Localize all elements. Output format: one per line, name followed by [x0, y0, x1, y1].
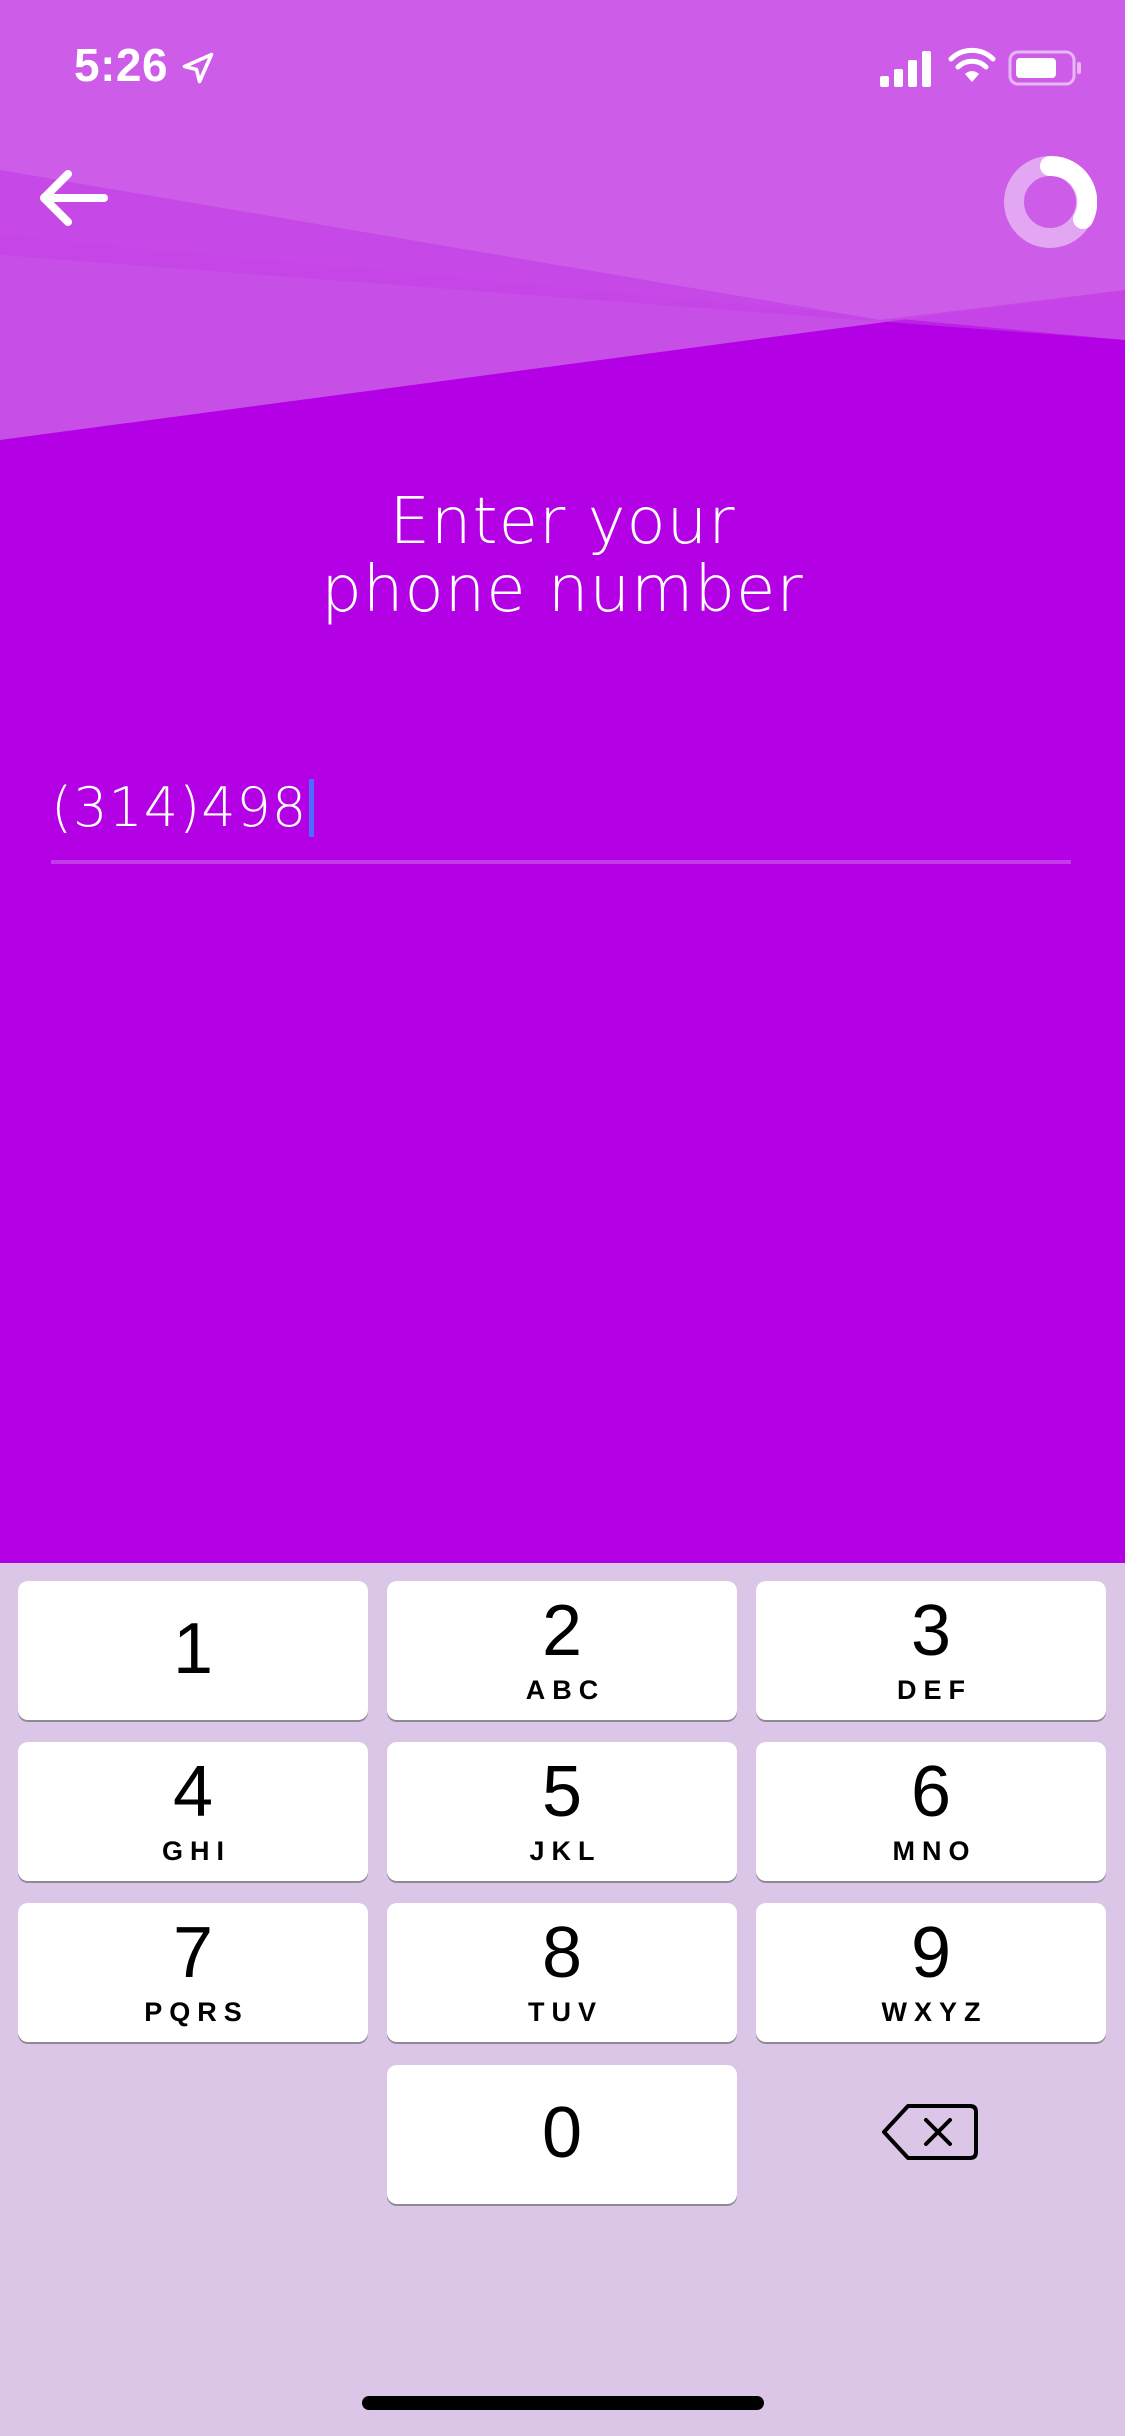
key-6[interactable]: 6 MNO	[756, 1742, 1106, 1881]
key-letters: TUV	[528, 1997, 603, 2027]
key-letters: MNO	[892, 1836, 977, 1866]
progress-ring-icon	[1004, 156, 1097, 248]
key-digit: 3	[910, 1591, 952, 1671]
key-digit: 6	[910, 1752, 952, 1832]
status-bar: 5:26	[0, 0, 1125, 140]
key-letters: ABC	[525, 1675, 606, 1705]
field-underline	[51, 860, 1071, 864]
key-3[interactable]: 3 DEF	[756, 1581, 1106, 1720]
key-digit: 9	[910, 1913, 952, 1993]
key-digit: 8	[541, 1913, 583, 1993]
key-letters: PQRS	[144, 1997, 249, 2027]
key-digit: 7	[172, 1913, 214, 1993]
phone-number-field[interactable]: (314)498	[51, 768, 1071, 868]
key-digit: 2	[541, 1591, 583, 1671]
key-4[interactable]: 4 GHI	[18, 1742, 368, 1881]
key-letters: GHI	[161, 1836, 231, 1866]
home-indicator[interactable]	[362, 2396, 764, 2410]
key-digit: 0	[541, 2093, 583, 2173]
key-2[interactable]: 2 ABC	[387, 1581, 737, 1720]
battery-icon	[1008, 50, 1081, 86]
title-line-2: phone number	[321, 553, 804, 627]
wifi-icon	[948, 47, 996, 82]
key-letters: JKL	[529, 1836, 602, 1866]
key-1[interactable]: 1	[18, 1581, 368, 1720]
key-digit: 1	[172, 1609, 214, 1689]
key-digit: 5	[541, 1752, 583, 1832]
location-arrow-icon	[182, 52, 214, 84]
key-8[interactable]: 8 TUV	[387, 1903, 737, 2042]
page-title: Enter your phone number	[0, 488, 1125, 624]
numeric-keypad: 1 2 ABC 3 DEF 4 GHI 5 JKL 6 MNO 7 PQRS 8…	[0, 1563, 1125, 2436]
text-caret	[309, 778, 315, 837]
delete-key[interactable]	[870, 2092, 1006, 2172]
arrow-left-icon	[40, 170, 108, 226]
key-9[interactable]: 9 WXYZ	[756, 1903, 1106, 2042]
backspace-icon	[882, 2104, 978, 2160]
key-digit: 4	[172, 1752, 214, 1832]
key-7[interactable]: 7 PQRS	[18, 1903, 368, 2042]
key-5[interactable]: 5 JKL	[387, 1742, 737, 1881]
key-0[interactable]: 0	[387, 2065, 737, 2204]
cellular-signal-icon	[880, 51, 931, 87]
key-letters: DEF	[897, 1675, 972, 1705]
back-button[interactable]	[36, 162, 112, 234]
phone-number-value: (314)498	[51, 776, 308, 839]
title-line-1: Enter your	[389, 485, 736, 559]
status-time: 5:26	[74, 39, 169, 91]
key-letters: WXYZ	[881, 1997, 988, 2027]
